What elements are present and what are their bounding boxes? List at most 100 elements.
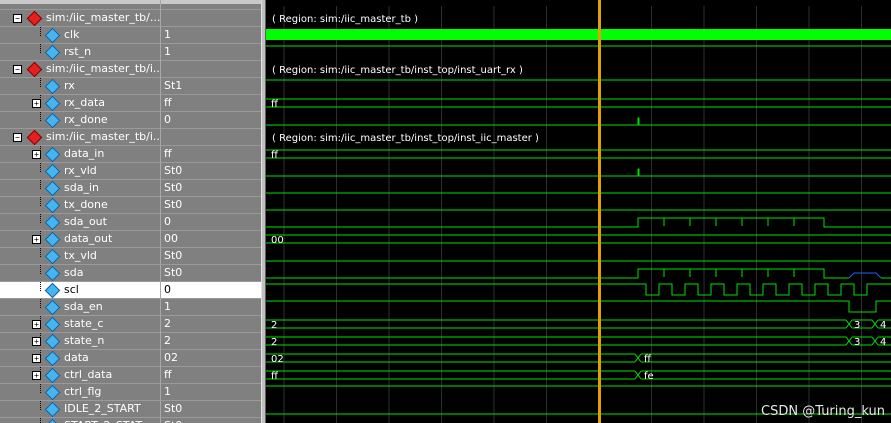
signal-name-row[interactable]: + rx_data <box>0 94 160 112</box>
signal-value-row[interactable]: 1 <box>161 26 262 43</box>
tree-connector <box>40 27 41 36</box>
wave-data <box>634 357 639 363</box>
signal-value-label: 00 <box>164 232 178 245</box>
signal-value-row[interactable]: ff <box>161 94 262 111</box>
signal-name-label: tx_done <box>64 198 108 211</box>
wave-state-c <box>874 323 879 329</box>
wave-data <box>637 353 642 359</box>
signal-group-row[interactable]: − sim:/iic_master_tb/... <box>0 9 160 27</box>
wave-sda-highz <box>848 272 882 279</box>
signal-value-row[interactable] <box>161 60 262 77</box>
waveform-canvas[interactable]: ( Region: sim:/iic_master_tb ) ( Region:… <box>266 0 891 423</box>
signal-name-row[interactable]: rst_n <box>0 43 160 61</box>
signal-value-label: St0 <box>164 418 182 423</box>
signal-name-row[interactable]: sda <box>0 264 160 282</box>
signal-value-row[interactable] <box>161 128 262 145</box>
signal-value-row[interactable]: 2 <box>161 332 262 349</box>
signal-name-label: state_n <box>64 334 105 347</box>
signal-name-label: rx_done <box>64 113 108 126</box>
signal-value-row[interactable]: St0 <box>161 264 262 281</box>
tree-connector <box>40 146 41 155</box>
signal-value-row[interactable]: 02 <box>161 349 262 366</box>
signal-value-row[interactable]: 0 <box>161 111 262 128</box>
tree-connector <box>40 95 41 104</box>
signal-name-label: START_2_STAT... <box>64 418 151 423</box>
signal-name-row[interactable]: tx_vld <box>0 247 160 265</box>
signal-value-label: 1 <box>164 300 171 313</box>
signal-name-row[interactable]: rx <box>0 77 160 95</box>
signal-diamond-icon <box>44 214 61 231</box>
signal-name-row[interactable]: + ctrl_data <box>0 366 160 384</box>
signal-name-row[interactable]: rx_done <box>0 111 160 129</box>
wave-rx-done <box>266 117 891 126</box>
signal-value-row[interactable]: St1 <box>161 77 262 94</box>
signal-value-row[interactable]: St0 <box>161 417 262 423</box>
signal-value-row[interactable]: 0 <box>161 281 262 298</box>
signal-name-row[interactable]: + data <box>0 349 160 367</box>
time-cursor[interactable] <box>598 0 601 423</box>
wave-state-c <box>848 319 853 325</box>
name-pane-header <box>0 0 160 4</box>
wave-state-c <box>845 319 850 325</box>
signal-value-row[interactable]: 1 <box>161 298 262 315</box>
collapse-icon[interactable]: − <box>13 133 22 142</box>
signal-diamond-icon <box>44 248 61 265</box>
signal-diamond-icon <box>44 401 61 418</box>
collapse-icon[interactable]: − <box>13 14 22 23</box>
region-label-uart-rx: ( Region: sim:/iic_master_tb/inst_top/in… <box>272 65 523 76</box>
signal-name-row[interactable]: + data_in <box>0 145 160 163</box>
signal-value-row[interactable]: St0 <box>161 179 262 196</box>
bus-label-data-in: ff <box>271 150 279 161</box>
signal-value-row[interactable]: St0 <box>161 162 262 179</box>
collapse-icon[interactable]: − <box>13 65 22 74</box>
signal-name-row[interactable]: sda_in <box>0 179 160 197</box>
signal-diamond-icon <box>44 265 61 282</box>
wave-state-c <box>848 323 853 329</box>
signal-value-row[interactable] <box>161 9 262 26</box>
signal-name-row[interactable]: scl <box>0 281 160 299</box>
tree-connector <box>40 316 41 325</box>
signal-diamond-icon <box>44 418 61 423</box>
signal-name-row[interactable]: IDLE_2_START <box>0 400 160 418</box>
signal-value-row[interactable]: 00 <box>161 230 262 247</box>
bus-label-rx-data: ff <box>271 99 279 110</box>
signal-name-row[interactable]: rx_vld <box>0 162 160 180</box>
signal-value-label: St1 <box>164 79 183 92</box>
signal-name-row[interactable]: START_2_STAT... <box>0 417 160 423</box>
wave-state-n <box>871 340 876 346</box>
signal-name-row[interactable]: + data_out <box>0 230 160 248</box>
signal-group-row[interactable]: − sim:/iic_master_tb/i... <box>0 128 160 146</box>
signal-name-row[interactable]: tx_done <box>0 196 160 214</box>
signal-diamond-icon <box>44 316 61 333</box>
tree-connector <box>40 384 41 393</box>
signal-value-row[interactable]: 1 <box>161 43 262 60</box>
signal-value-row[interactable]: St0 <box>161 247 262 264</box>
signal-diamond-icon <box>44 333 61 350</box>
signal-name-row[interactable]: ctrl_flg <box>0 383 160 401</box>
signal-name-label: data <box>64 351 89 364</box>
signal-value-row[interactable]: St0 <box>161 400 262 417</box>
wave-state-c <box>845 323 850 329</box>
signal-name-row[interactable]: clk <box>0 26 160 44</box>
tree-connector <box>40 44 41 53</box>
signal-value-label: 2 <box>164 317 171 330</box>
signal-value-row[interactable]: St0 <box>161 196 262 213</box>
signal-name-row[interactable]: + state_c <box>0 315 160 333</box>
signal-diamond-icon <box>44 197 61 214</box>
signal-name-row[interactable]: + state_n <box>0 332 160 350</box>
signal-value-label: 02 <box>164 351 178 364</box>
waveform-pane[interactable]: ( Region: sim:/iic_master_tb ) ( Region:… <box>266 0 891 423</box>
signal-diamond-icon <box>44 282 61 299</box>
signal-name-row[interactable]: sda_en <box>0 298 160 316</box>
signal-name-row[interactable]: sda_out <box>0 213 160 231</box>
signal-value-row[interactable]: 2 <box>161 315 262 332</box>
signal-value-row[interactable]: 1 <box>161 383 262 400</box>
signal-group-row[interactable]: − sim:/iic_master_tb/i... <box>0 60 160 78</box>
wave-state-n <box>871 336 876 342</box>
region-label-tb: ( Region: sim:/iic_master_tb ) <box>272 14 418 25</box>
signal-value-row[interactable]: ff <box>161 366 262 383</box>
bus-label-ctrl-data-b: fe <box>644 371 654 382</box>
signal-value-label: ff <box>164 96 172 109</box>
signal-value-row[interactable]: 0 <box>161 213 262 230</box>
signal-value-row[interactable]: ff <box>161 145 262 162</box>
